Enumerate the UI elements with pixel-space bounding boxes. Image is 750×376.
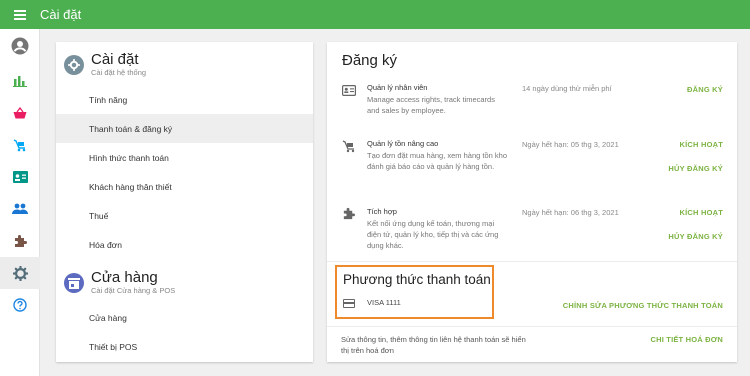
settings-section-subtitle: Cài đặt hệ thống — [91, 68, 147, 77]
basket-icon[interactable] — [0, 97, 40, 129]
divider — [327, 326, 737, 327]
unsubscribe-button[interactable]: HỦY ĐĂNG KÝ — [668, 164, 723, 173]
settings-icon[interactable] — [0, 257, 40, 289]
nav-item-loyalty[interactable]: Khách hàng thân thiết — [56, 172, 313, 201]
store-section-title: Cửa hàng — [91, 269, 158, 286]
nav-item-pos-devices[interactable]: Thiết bị POS — [56, 332, 313, 361]
edit-payment-method-button[interactable]: CHỈNH SỬA PHƯƠNG THỨC THANH TOÁN — [563, 301, 723, 310]
account-icon[interactable] — [0, 30, 40, 62]
cart-icon[interactable] — [0, 129, 40, 161]
subscription-description: Tạo đơn đặt mua hàng, xem hàng tồn kho đ… — [367, 151, 508, 171]
store-section-subtitle: Cài đặt Cửa hàng & POS — [91, 286, 176, 295]
app-title: Cài đặt — [40, 7, 82, 22]
subscription-description: Manage access rights, track timecards an… — [367, 95, 495, 115]
contact-card-icon[interactable] — [0, 161, 40, 193]
settings-section-icon — [64, 55, 84, 75]
nav-item-features[interactable]: Tính năng — [56, 85, 313, 114]
store-section-icon — [64, 273, 84, 293]
people-icon[interactable] — [0, 193, 40, 225]
credit-card-icon — [343, 299, 355, 308]
payment-method-title: Phương thức thanh toán — [343, 272, 491, 287]
settings-navigation-card: Cài đặt Cài đặt hệ thống Tính năng Thanh… — [56, 42, 313, 362]
navigation-rail — [0, 29, 40, 376]
subscription-title: Quản lý nhân viên — [367, 83, 428, 92]
subscribe-button[interactable]: ĐĂNG KÝ — [687, 85, 723, 94]
subscription-status: Ngày hết hạn: 06 thg 3, 2021 — [522, 208, 619, 217]
subscription-description: Kết nối ứng dụng kế toán, thương mại điệ… — [367, 219, 499, 250]
payment-method-highlight: Phương thức thanh toán VISA 1111 — [335, 265, 494, 319]
puzzle-icon — [342, 207, 355, 225]
top-app-bar: Cài đặt — [0, 0, 750, 29]
settings-section-header: Cài đặt Cài đặt hệ thống — [64, 52, 146, 78]
subscription-title: Tích hợp — [367, 207, 397, 216]
nav-item-taxes[interactable]: Thuế — [56, 201, 313, 230]
subscription-status: Ngày hết hạn: 05 thg 3, 2021 — [522, 140, 619, 149]
reports-icon[interactable] — [0, 65, 40, 97]
store-section-header: Cửa hàng Cài đặt Cửa hàng & POS — [64, 270, 175, 296]
unsubscribe-button[interactable]: HỦY ĐĂNG KÝ — [668, 232, 723, 241]
help-icon[interactable] — [0, 289, 40, 321]
nav-item-billing[interactable]: Thanh toán & đăng ký — [56, 114, 313, 143]
puzzle-icon[interactable] — [0, 225, 40, 257]
nav-item-receipts[interactable]: Hóa đơn — [56, 230, 313, 259]
subscriptions-title: Đăng ký — [342, 52, 398, 69]
subscription-status: 14 ngày dùng thử miễn phí — [522, 84, 612, 93]
activate-button[interactable]: KÍCH HOẠT — [680, 140, 723, 149]
billing-card: Đăng ký Quản lý nhân viên Manage access … — [327, 42, 737, 362]
invoice-details-button[interactable]: CHI TIẾT HOÁ ĐƠN — [650, 335, 723, 344]
menu-icon[interactable] — [0, 0, 40, 29]
billing-info-text: Sửa thông tin, thêm thông tin liên hệ th… — [341, 335, 526, 355]
card-number: VISA 1111 — [367, 298, 401, 307]
cart-icon — [342, 139, 356, 158]
nav-item-stores[interactable]: Cửa hàng — [56, 303, 313, 332]
settings-section-title: Cài đặt — [91, 51, 139, 68]
activate-button[interactable]: KÍCH HOẠT — [680, 208, 723, 217]
nav-item-payment-types[interactable]: Hình thức thanh toán — [56, 143, 313, 172]
badge-icon — [342, 83, 357, 101]
subscription-title: Quản lý tồn nâng cao — [367, 139, 439, 148]
divider — [327, 261, 737, 262]
